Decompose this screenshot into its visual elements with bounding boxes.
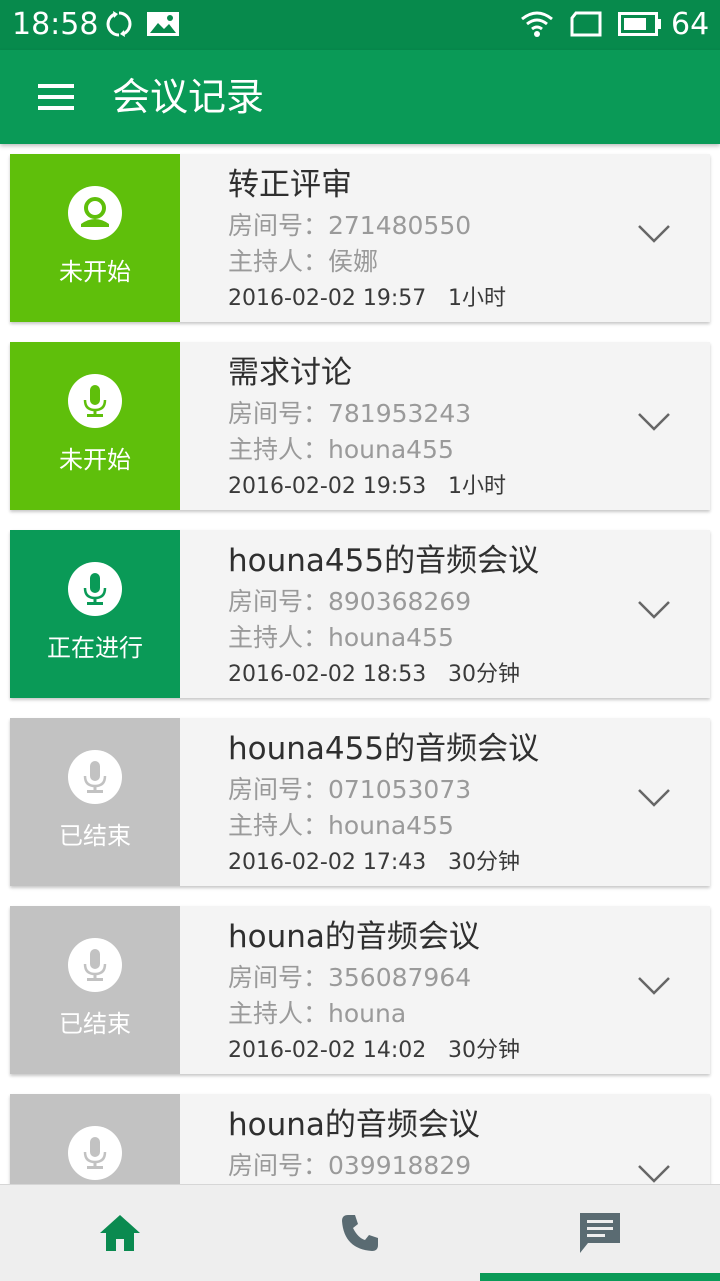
mic-icon — [68, 938, 122, 992]
meeting-status: 未开始 — [59, 446, 131, 474]
meeting-status-panel: 未开始 — [10, 154, 180, 322]
home-icon — [100, 1215, 140, 1251]
meeting-time: 2016-02-02 18:53 — [228, 662, 427, 687]
mic-icon — [68, 374, 122, 428]
menu-icon[interactable] — [38, 84, 74, 110]
meeting-status-panel — [10, 1094, 180, 1184]
battery-icon — [618, 12, 662, 40]
app-bar: 会议记录 — [0, 50, 720, 144]
meeting-status-panel: 未开始 — [10, 342, 180, 510]
meeting-status: 已结束 — [59, 1010, 131, 1038]
meeting-status-panel: 已结束 — [10, 718, 180, 886]
meeting-title: houna的音频会议 — [228, 919, 480, 955]
meeting-host: 主持人：houna455 — [228, 623, 454, 652]
bottom-nav — [0, 1184, 720, 1281]
meeting-card[interactable]: 未开始 需求讨论 房间号：781953243 主持人：houna455 2016… — [10, 342, 710, 510]
meeting-status-panel: 正在进行 — [10, 530, 180, 698]
status-bar: 18:58 64 — [0, 0, 720, 50]
meeting-card[interactable]: 已结束 houna的音频会议 房间号：356087964 主持人：houna 2… — [10, 906, 710, 1074]
meeting-card[interactable]: 正在进行 houna455的音频会议 房间号：890368269 主持人：hou… — [10, 530, 710, 698]
meeting-duration: 30分钟 — [448, 1038, 520, 1063]
meeting-title: houna455的音频会议 — [228, 731, 540, 767]
meeting-room: 房间号：271480550 — [228, 211, 472, 240]
meeting-title: 转正评审 — [228, 167, 352, 203]
sync-icon — [104, 9, 134, 43]
tab-messages[interactable] — [480, 1185, 720, 1281]
gallery-icon — [146, 11, 180, 41]
tab-calls[interactable] — [240, 1185, 480, 1281]
meeting-duration: 30分钟 — [448, 662, 520, 687]
phone-icon — [342, 1215, 378, 1251]
meeting-room: 房间号：781953243 — [228, 399, 472, 428]
mic-icon — [68, 750, 122, 804]
meeting-status: 已结束 — [59, 822, 131, 850]
meeting-card[interactable]: houna的音频会议 房间号：039918829 — [10, 1094, 710, 1184]
meeting-status-panel: 已结束 — [10, 906, 180, 1074]
mic-icon — [68, 1126, 122, 1180]
meeting-duration: 30分钟 — [448, 850, 520, 875]
page-title: 会议记录 — [112, 75, 265, 119]
meeting-list[interactable]: 未开始 转正评审 房间号：271480550 主持人：侯娜 2016-02-02… — [0, 144, 720, 1184]
meeting-title: houna455的音频会议 — [228, 543, 540, 579]
meeting-duration: 1小时 — [448, 474, 506, 499]
meeting-room: 房间号：039918829 — [228, 1151, 472, 1180]
meeting-time: 2016-02-02 19:57 — [228, 286, 427, 311]
meeting-title: 需求讨论 — [228, 355, 352, 391]
meeting-time: 2016-02-02 19:53 — [228, 474, 427, 499]
chevron-down-icon[interactable] — [637, 600, 671, 624]
meeting-time: 2016-02-02 17:43 — [228, 850, 427, 875]
meeting-host: 主持人：houna455 — [228, 435, 454, 464]
meeting-duration: 1小时 — [448, 286, 506, 311]
meeting-host: 主持人：houna — [228, 999, 407, 1028]
wifi-icon — [520, 10, 554, 42]
meeting-room: 房间号：356087964 — [228, 963, 472, 992]
contact-icon — [68, 186, 122, 240]
meeting-host: 主持人：侯娜 — [228, 247, 379, 276]
meeting-host: 主持人：houna455 — [228, 811, 454, 840]
meeting-title: houna的音频会议 — [228, 1107, 480, 1143]
chevron-down-icon[interactable] — [637, 788, 671, 812]
meeting-status: 正在进行 — [47, 634, 143, 662]
battery-percent: 64 — [671, 7, 710, 42]
sim-icon — [570, 11, 602, 41]
chevron-down-icon[interactable] — [637, 224, 671, 248]
meeting-room: 房间号：890368269 — [228, 587, 472, 616]
chevron-down-icon[interactable] — [637, 412, 671, 436]
chevron-down-icon[interactable] — [637, 1164, 671, 1184]
meeting-time: 2016-02-02 14:02 — [228, 1038, 427, 1063]
tab-home[interactable] — [0, 1185, 240, 1281]
meeting-status: 未开始 — [59, 258, 131, 286]
message-icon — [580, 1213, 620, 1253]
meeting-card[interactable]: 未开始 转正评审 房间号：271480550 主持人：侯娜 2016-02-02… — [10, 154, 710, 322]
mic-icon — [68, 562, 122, 616]
status-time: 18:58 — [12, 7, 99, 42]
meeting-room: 房间号：071053073 — [228, 775, 472, 804]
chevron-down-icon[interactable] — [637, 976, 671, 1000]
meeting-card[interactable]: 已结束 houna455的音频会议 房间号：071053073 主持人：houn… — [10, 718, 710, 886]
